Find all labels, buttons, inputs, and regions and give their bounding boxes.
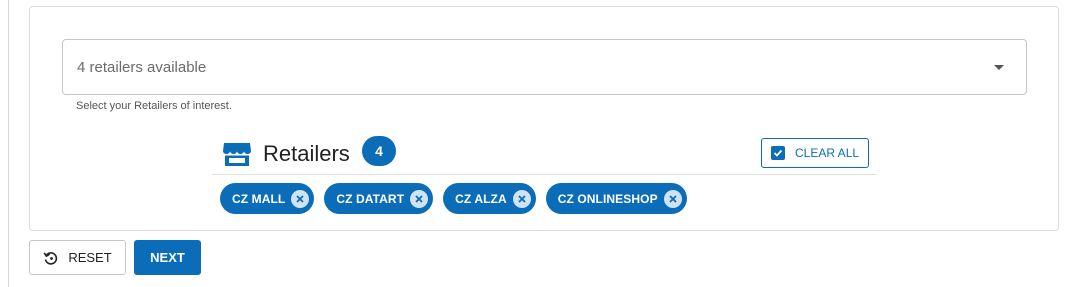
caret-down-icon <box>994 64 1004 70</box>
close-circle-icon[interactable] <box>291 189 310 208</box>
retailer-select-helper-text: Select your Retailers of interest. <box>76 100 232 112</box>
retailers-count-badge: 4 <box>362 136 396 166</box>
retailer-select-value: 4 retailers available <box>77 58 207 76</box>
retailers-title: Retailers <box>263 141 350 166</box>
retailer-chip[interactable]: CZ ALZA <box>443 183 536 214</box>
retailers-header: Retailers 4 CLEAR ALL <box>220 136 877 174</box>
close-circle-icon[interactable] <box>512 189 531 208</box>
close-circle-icon[interactable] <box>663 189 682 208</box>
close-circle-icon[interactable] <box>410 189 429 208</box>
store-icon <box>223 143 251 166</box>
next-label: NEXT <box>150 250 185 265</box>
retailer-chip-label: CZ ALZA <box>455 191 507 206</box>
retailer-chip[interactable]: CZ DATART <box>324 183 434 214</box>
retailer-chip-label: CZ MALL <box>232 191 286 206</box>
reset-label: RESET <box>68 250 112 265</box>
next-button[interactable]: NEXT <box>134 240 201 275</box>
retailer-chip-label: CZ DATART <box>336 191 405 206</box>
reset-icon <box>43 251 58 265</box>
clear-all-label: CLEAR ALL <box>795 146 860 160</box>
left-divider <box>8 0 9 287</box>
selected-retailers-chips: CZ MALL CZ DATART CZ ALZA CZ ONLINESHOP <box>220 183 687 214</box>
retailer-chip-label: CZ ONLINESHOP <box>557 191 658 206</box>
retailer-chip[interactable]: CZ MALL <box>220 183 315 214</box>
clear-all-button[interactable]: CLEAR ALL <box>761 138 869 168</box>
retailers-header-divider <box>212 174 877 175</box>
retailer-chip[interactable]: CZ ONLINESHOP <box>545 183 687 214</box>
checkbox-checked-icon <box>771 146 785 160</box>
retailer-select[interactable]: 4 retailers available <box>62 39 1027 95</box>
reset-button[interactable]: RESET <box>29 240 126 275</box>
